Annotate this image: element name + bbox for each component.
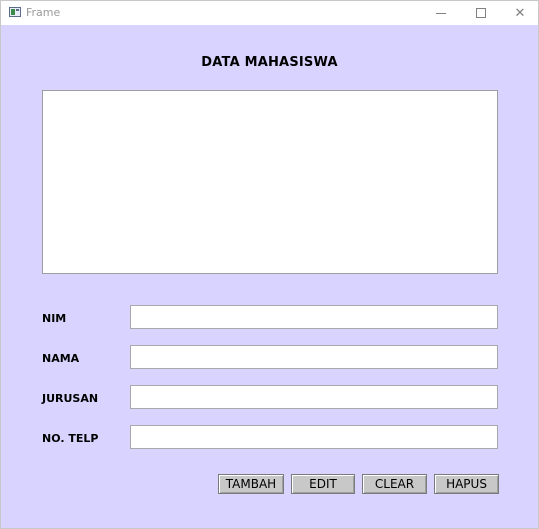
- app-icon: [9, 7, 21, 17]
- minimize-icon: [436, 12, 446, 14]
- nim-label: NIM: [42, 312, 67, 325]
- nama-label: NAMA: [42, 352, 80, 365]
- no-telp-label: NO. TELP: [42, 432, 99, 445]
- maximize-button[interactable]: [461, 1, 501, 25]
- app-window: Frame ✕ DATA MAHASISWA NIM NAMA JURUSAN …: [0, 0, 539, 529]
- edit-button[interactable]: EDIT: [291, 474, 355, 494]
- hapus-button[interactable]: HAPUS: [434, 474, 499, 494]
- close-icon: ✕: [514, 5, 526, 21]
- minimize-button[interactable]: [421, 1, 461, 25]
- nim-input[interactable]: [130, 305, 498, 329]
- title-bar[interactable]: Frame ✕: [1, 1, 538, 25]
- tambah-button[interactable]: TAMBAH: [218, 474, 284, 494]
- form-heading: DATA MAHASISWA: [201, 55, 338, 70]
- maximize-icon: [476, 8, 486, 18]
- window-title: Frame: [26, 6, 61, 19]
- clear-button[interactable]: CLEAR: [362, 474, 427, 494]
- no-telp-input[interactable]: [130, 425, 498, 449]
- data-table[interactable]: [42, 90, 498, 274]
- jurusan-input[interactable]: [130, 385, 498, 409]
- nama-input[interactable]: [130, 345, 498, 369]
- close-button[interactable]: ✕: [500, 1, 539, 25]
- jurusan-label: JURUSAN: [42, 392, 99, 405]
